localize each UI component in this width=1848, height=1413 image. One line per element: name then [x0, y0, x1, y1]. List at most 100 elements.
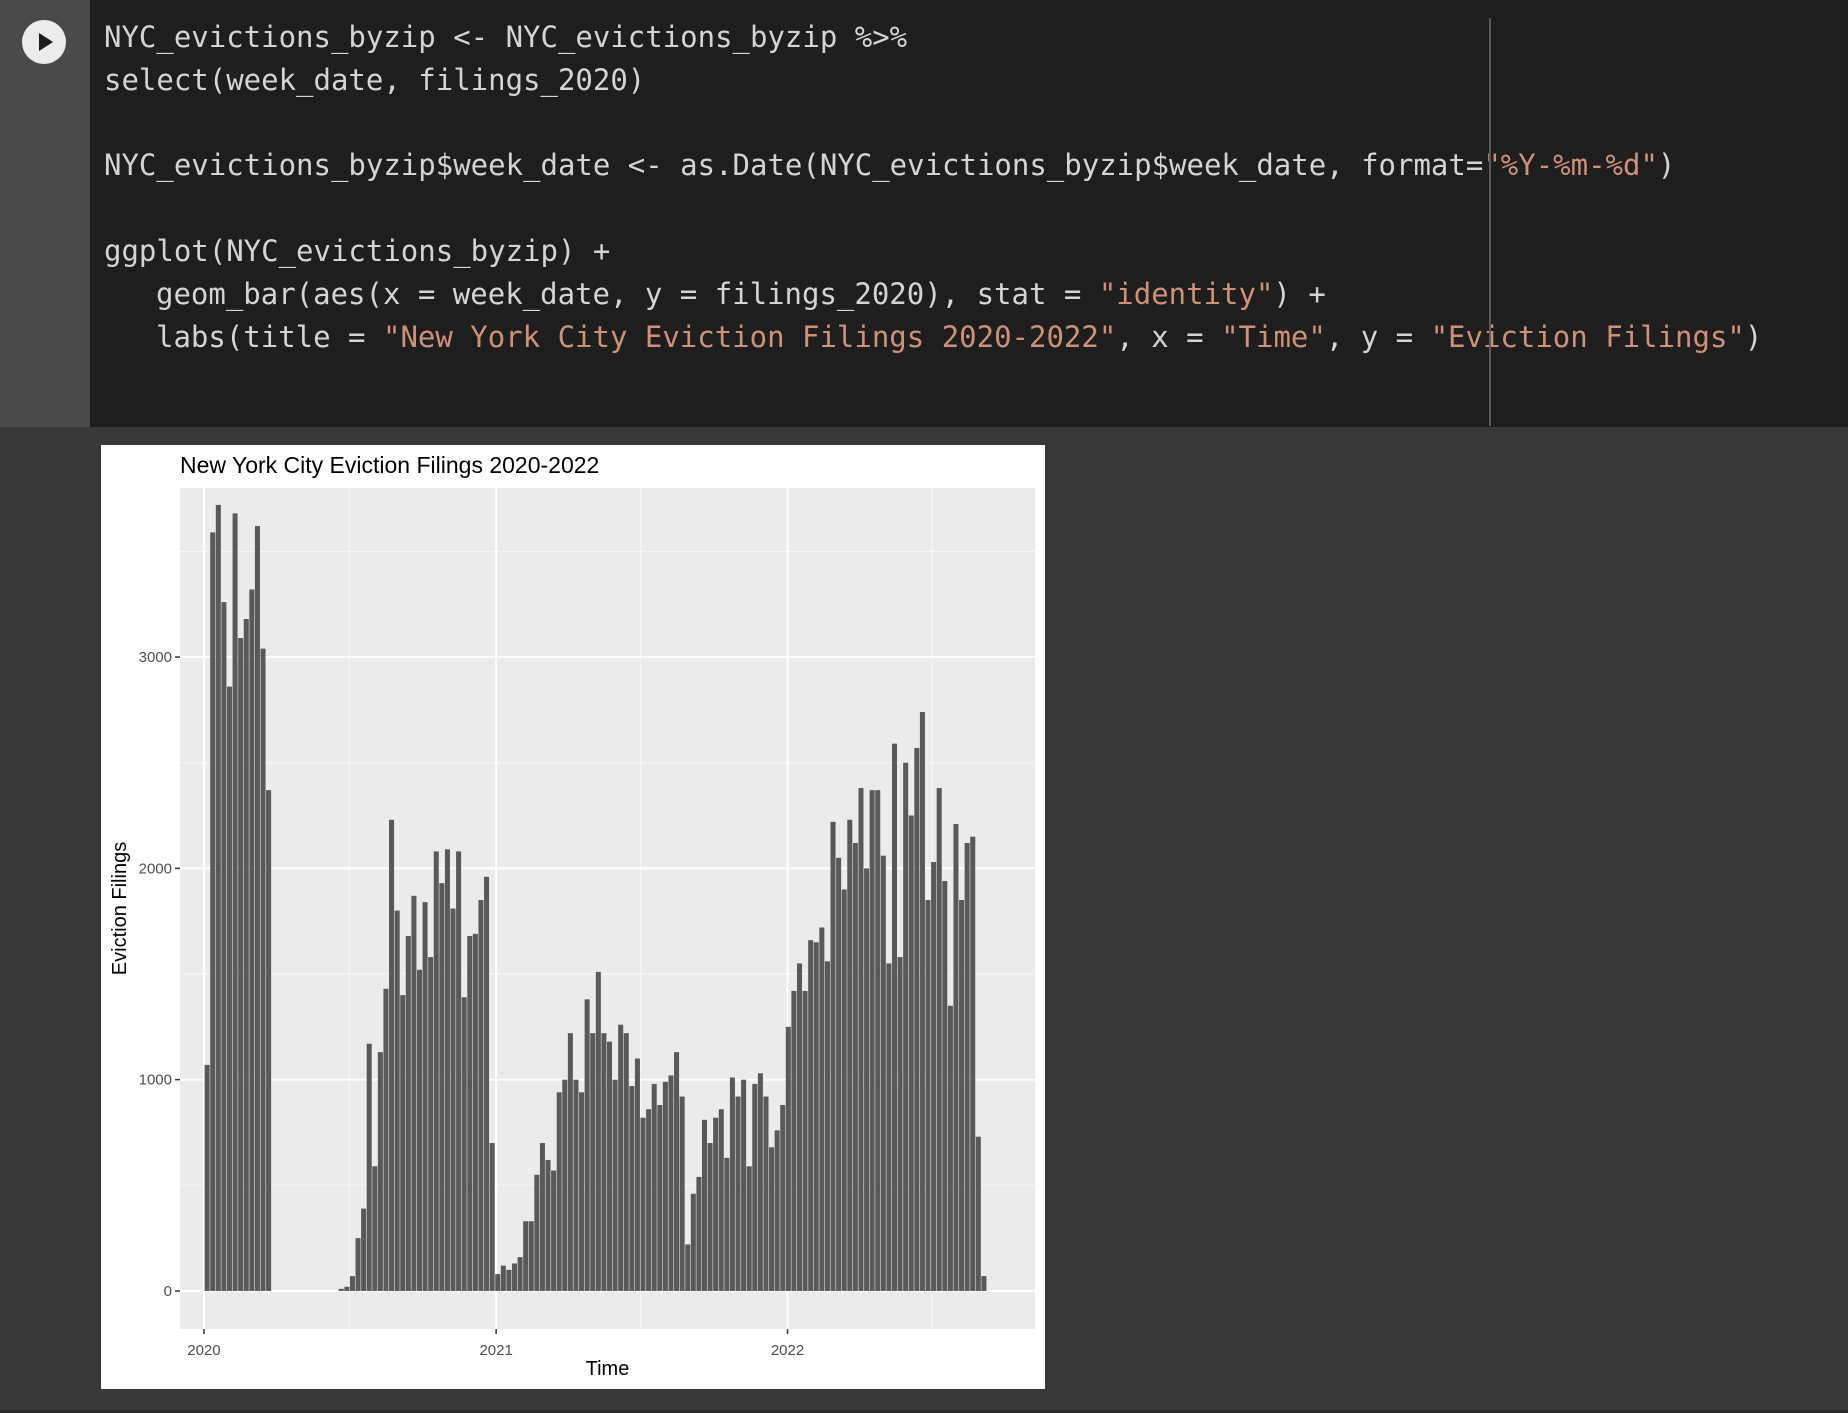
- bar: [422, 902, 428, 1291]
- code-editor[interactable]: NYC_evictions_byzip <- NYC_evictions_byz…: [104, 16, 1762, 358]
- code-line: geom_bar(aes(x = week_date, y = filings_…: [104, 273, 1762, 316]
- code-string: "identity": [1098, 276, 1274, 311]
- bar: [735, 1096, 741, 1291]
- x-tick-label: 2022: [771, 1342, 804, 1359]
- code-line: labs(title = "New York City Eviction Fil…: [104, 316, 1762, 359]
- bar: [936, 788, 942, 1291]
- bar: [528, 1221, 534, 1291]
- bar: [383, 988, 389, 1291]
- bar: [852, 842, 858, 1291]
- bar: [724, 1157, 730, 1291]
- bar: [584, 999, 590, 1291]
- bar: [472, 933, 478, 1291]
- bar: [405, 935, 411, 1291]
- bar: [243, 619, 249, 1291]
- bar: [389, 819, 395, 1291]
- code-line: ggplot(NYC_evictions_byzip) +: [104, 230, 1762, 273]
- bar: [919, 711, 925, 1291]
- bar: [791, 990, 797, 1291]
- code-string: "%Y-%m-%d": [1483, 148, 1658, 183]
- bar: [785, 1026, 791, 1291]
- bar: [517, 1257, 523, 1291]
- bar: [226, 686, 233, 1291]
- bar: [377, 1052, 383, 1291]
- y-tick-label: 3000: [139, 649, 172, 666]
- y-tick-label: 0: [164, 1283, 172, 1300]
- bar: [361, 1208, 367, 1291]
- bar: [640, 1117, 646, 1291]
- bar: [970, 836, 976, 1291]
- bar: [204, 1064, 210, 1291]
- bar: [763, 1096, 769, 1291]
- bar: [808, 940, 814, 1291]
- bar: [629, 1085, 635, 1291]
- x-axis-title: Time: [586, 1358, 630, 1380]
- bar: [864, 868, 870, 1291]
- bar: [411, 895, 417, 1291]
- bar: [456, 851, 462, 1291]
- bar: [802, 990, 808, 1291]
- bar: [355, 1238, 361, 1291]
- text-cursor: [1489, 18, 1491, 426]
- bar: [836, 857, 842, 1291]
- bar: [567, 1033, 573, 1291]
- bar: [701, 1119, 708, 1291]
- bar: [674, 1052, 680, 1291]
- run-cell-button[interactable]: [22, 20, 66, 64]
- bar: [942, 881, 948, 1291]
- code-string: "Eviction Filings": [1430, 319, 1745, 354]
- code-token: ): [1744, 319, 1763, 354]
- bar: [886, 963, 892, 1291]
- bar: [690, 1193, 696, 1291]
- bar: [562, 1079, 568, 1291]
- bar: [707, 1143, 713, 1291]
- bar: [953, 823, 959, 1291]
- bar: [964, 842, 970, 1291]
- bar: [506, 1269, 512, 1291]
- chart-title: New York City Eviction Filings 2020-2022: [180, 452, 599, 478]
- bar: [221, 602, 227, 1291]
- bar: [729, 1077, 735, 1291]
- bar: [545, 1159, 551, 1291]
- bar: [947, 1005, 953, 1291]
- bar: [590, 1033, 596, 1291]
- bar: [249, 589, 255, 1291]
- bar: [813, 942, 819, 1291]
- bar: [623, 1033, 629, 1291]
- code-token: ggplot(NYC_evictions_byzip) +: [104, 233, 611, 268]
- bar: [975, 1136, 981, 1291]
- bar: [539, 1143, 545, 1291]
- bar: [869, 790, 875, 1291]
- bar: [579, 1092, 585, 1291]
- bar: [338, 1288, 344, 1291]
- bar: [556, 1092, 562, 1291]
- bar: [416, 969, 423, 1291]
- bar: [428, 957, 434, 1291]
- code-line: NYC_evictions_byzip <- NYC_evictions_byz…: [104, 16, 1762, 59]
- code-token: select(week_date, filings_2020): [104, 62, 646, 97]
- bar: [824, 961, 830, 1291]
- bar: [931, 862, 937, 1291]
- bar: [662, 1081, 668, 1291]
- code-token: , y =: [1325, 319, 1431, 354]
- bar: [981, 1276, 987, 1291]
- plot-output: 0 1000 2000 3000 2020 2021 2022 New York City E…: [101, 445, 1045, 1389]
- bar: [523, 1221, 529, 1291]
- bar: [461, 997, 467, 1291]
- bar: [372, 1166, 378, 1291]
- bar: [484, 876, 490, 1291]
- bar: [511, 1263, 518, 1291]
- bar: [478, 900, 484, 1291]
- code-cell: NYC_evictions_byzip <- NYC_evictions_byz…: [0, 0, 1848, 427]
- bar: [780, 1105, 786, 1291]
- bar: [959, 900, 965, 1291]
- code-string: "New York City Eviction Filings 2020-202…: [382, 319, 1117, 354]
- eviction-bar-chart: 0 1000 2000 3000 2020 2021 2022 New York City E…: [109, 452, 1035, 1380]
- bar: [796, 963, 803, 1291]
- bar: [908, 815, 914, 1291]
- bar: [858, 788, 864, 1291]
- bar: [495, 1274, 501, 1291]
- bar: [830, 821, 836, 1291]
- bar: [215, 504, 221, 1291]
